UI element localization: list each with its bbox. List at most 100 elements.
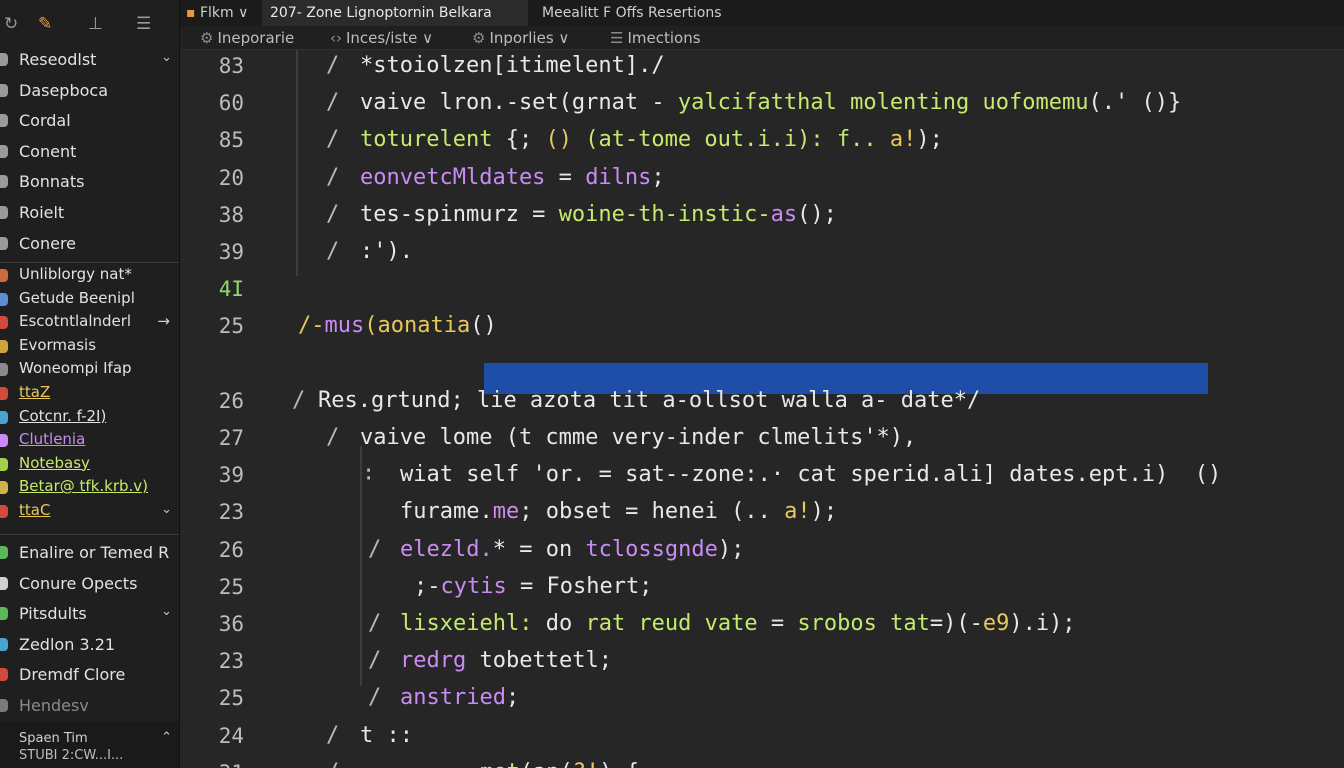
- sidebar-item-label: Cordal: [19, 111, 71, 131]
- sidebar-item[interactable]: Dremdf Clore: [0, 659, 179, 689]
- sidebar-item-label: Roielt: [19, 203, 65, 222]
- code-line[interactable]: eonvetcMldates = dilns;: [360, 163, 665, 193]
- sidebar-item-label: Clutlenia: [19, 430, 86, 449]
- chevron-down-icon[interactable]: ⌄: [161, 604, 172, 619]
- sidebar-item[interactable]: Dasepboca: [0, 75, 179, 105]
- file-type-icon: [0, 546, 8, 559]
- code-token: (): [470, 313, 497, 339]
- sidebar-item[interactable]: ttaC ⌄: [0, 496, 179, 526]
- gear-icon: ⚙: [200, 29, 214, 47]
- tab-file[interactable]: ▪ Flkm ∨: [186, 0, 266, 26]
- sidebar-item[interactable]: Zedlon 3.21: [0, 629, 179, 659]
- code-token: anstried: [400, 685, 506, 711]
- line-number: 4I: [218, 277, 244, 302]
- code-token: wiat self: [400, 462, 533, 488]
- code-token: ?!: [573, 760, 600, 768]
- code-token: :').: [360, 239, 413, 264]
- sidebar-item-label: Bonnats: [19, 172, 85, 192]
- sidebar-item[interactable]: Conure Opects: [0, 568, 179, 598]
- comment-marker: /: [368, 611, 382, 636]
- code-line[interactable]: Res.grtund; lie azota tit a-ollsot walla…: [318, 386, 980, 416]
- chevron-down-icon[interactable]: ⌄: [161, 50, 172, 65]
- code-line[interactable]: *stoiolzen[itimelent]./: [360, 51, 665, 81]
- sidebar-item[interactable]: Bonnats: [0, 166, 179, 196]
- code-token: lisxeiehl:: [400, 611, 546, 636]
- toolbar-item-inces[interactable]: ‹› Inces/iste ∨: [330, 28, 433, 48]
- sidebar-footer[interactable]: Spaen Tim STUBI 2:CW...I... ⌃: [0, 722, 179, 768]
- sidebar-item-label: Pitsdults: [19, 604, 87, 624]
- code-line[interactable]: vaive lome (t cmme very-inder clmelits'*…: [360, 423, 916, 453]
- edit-icon[interactable]: ✎: [38, 14, 52, 34]
- code-token: = Foshert;: [506, 573, 653, 599]
- line-number: 25: [218, 314, 244, 339]
- file-type-icon: [0, 144, 8, 158]
- toolbar-item-inporlies[interactable]: ⚙ Inporlies ∨: [472, 28, 569, 48]
- sidebar-item-label: Getude Beenipl: [19, 288, 135, 307]
- comment-marker: /: [326, 53, 340, 78]
- code-token: yalcifatthal molenting uofomemu: [677, 90, 1089, 116]
- code-token: do: [545, 611, 586, 636]
- line-number: 27: [218, 426, 244, 450]
- list-icon: ☰: [610, 29, 624, 47]
- line-number-gutter: 83 60 85 20 38 39 4I 25 26 27 39 23 26 25 36 23 25 24 31: [180, 50, 250, 768]
- line-number: 20: [218, 165, 244, 190]
- code-line[interactable]: redrg tobettetl;: [400, 646, 612, 676]
- toolbar-item-imections[interactable]: ☰ Imections: [610, 28, 701, 48]
- code-token: tobettetl;: [479, 648, 612, 674]
- line-number: 26: [218, 388, 244, 413]
- file-type-icon: [0, 206, 8, 219]
- code-token: (at-tome out.i.i): f..: [571, 127, 890, 153]
- code-line[interactable]: lisxeiehl: do rat reud vate = srobos tat…: [400, 609, 1076, 639]
- toolbar-item-ineporarie[interactable]: ⚙ Ineporarie: [200, 28, 294, 48]
- code-token: );: [916, 127, 943, 153]
- code-token: Res.grtund;: [318, 387, 477, 413]
- sidebar-item-label: Cotcnr. f-2I): [19, 406, 107, 425]
- code-token: e9: [982, 611, 1010, 636]
- code-line[interactable]: ;-cytis = Foshert;: [414, 572, 652, 602]
- code-token: lie azota tit a-ollsot walla a- date*/: [476, 387, 981, 413]
- sidebar-item-label: Reseodlst: [19, 50, 97, 69]
- sidebar-item[interactable]: Roielt: [0, 197, 179, 227]
- sidebar-item-label: Enalire or Temed R: [19, 543, 170, 562]
- code-line[interactable]: met(ap(?!).{: [480, 758, 639, 768]
- code-token: met: [480, 760, 520, 768]
- code-token: tes-spinmurz =: [360, 201, 559, 227]
- list-icon[interactable]: ☰: [136, 14, 151, 34]
- code-line[interactable]: furame.me; obset = henei (.. a!);: [400, 497, 837, 527]
- code-line[interactable]: /-mus(aonatia(): [298, 311, 497, 341]
- code-editor[interactable]: 83 60 85 20 38 39 4I 25 26 27 39 23 26 25 36 23 25 24 31 /…: [180, 50, 1344, 768]
- sidebar-item-label: Unliblorgy nat*: [19, 265, 132, 283]
- tab-active-file[interactable]: 207- Zone Lignoptornin Belkara: [262, 0, 528, 26]
- sidebar-item[interactable]: Hendesv: [0, 690, 179, 720]
- file-explorer-sidebar: ↻ ✎ ⊥ ☰ Reseodlst ⌄ Dasepboca Cordal Conent B…: [0, 0, 180, 768]
- refresh-icon[interactable]: ↻: [4, 14, 18, 34]
- code-token: grnat -: [571, 90, 678, 116]
- code-line[interactable]: tes-spinmurz = woine-th-instic-as();: [360, 200, 837, 230]
- code-line[interactable]: elezld.* = on tclossgnde);: [400, 535, 744, 565]
- code-line[interactable]: vaive lron.-set(grnat - yalcifatthal mol…: [360, 88, 1181, 118]
- code-token: woine-th-instic-: [558, 201, 771, 227]
- sidebar-item[interactable]: Enalire or Temed R: [0, 537, 179, 567]
- code-token: (): [1168, 462, 1222, 488]
- sidebar-item-label: Escotntlalnderl: [19, 312, 132, 331]
- sidebar-item[interactable]: Pitsdults ⌄: [0, 598, 179, 628]
- code-line[interactable]: :').: [360, 237, 413, 267]
- sidebar-item[interactable]: Reseodlst ⌄: [0, 44, 179, 74]
- arrow-right-icon[interactable]: →: [157, 312, 170, 330]
- code-line[interactable]: toturelent {; () (at-tome out.i.i): f.. …: [360, 125, 943, 155]
- code-line[interactable]: t ::: [360, 721, 413, 751]
- code-token: 'or. = sat--zone:.· cat sperid.ali] date…: [532, 462, 1169, 488]
- code-token: (): [545, 127, 572, 153]
- comment-marker: ∶: [362, 462, 376, 488]
- file-type-icon: [0, 114, 8, 128]
- chevron-down-icon[interactable]: ⌄: [161, 502, 172, 517]
- code-line[interactable]: anstried;: [400, 683, 519, 713]
- tab-resertions[interactable]: Meealitt F Offs Resertions: [536, 0, 786, 26]
- sidebar-item[interactable]: Conent: [0, 136, 179, 166]
- code-token: ;: [505, 685, 520, 711]
- pin-icon[interactable]: ⊥: [88, 14, 103, 34]
- sidebar-item[interactable]: Conere: [0, 228, 179, 258]
- code-line[interactable]: wiat self 'or. = sat--zone:.· cat sperid…: [400, 460, 1221, 490]
- sidebar-item[interactable]: Cordal: [0, 105, 179, 135]
- chevron-up-icon[interactable]: ⌃: [161, 730, 172, 745]
